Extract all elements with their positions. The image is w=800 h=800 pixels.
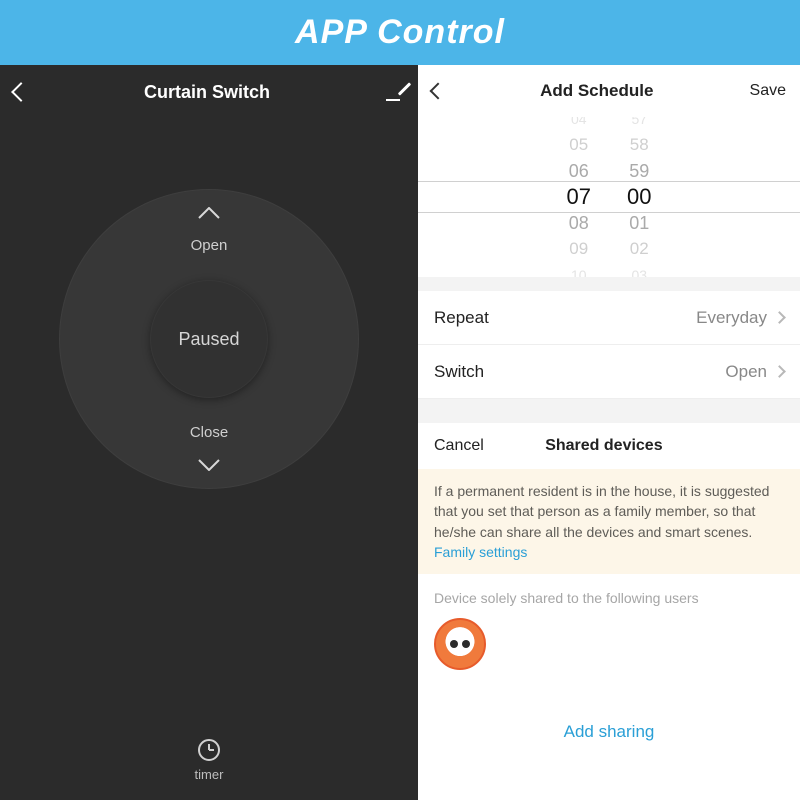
shared-users xyxy=(418,614,800,710)
chevron-left-icon xyxy=(11,82,31,102)
timer-button[interactable]: timer xyxy=(0,739,418,782)
hour-wheel[interactable]: 04 05 06 07 08 09 10 xyxy=(567,117,591,277)
curtain-panel: Curtain Switch Open Paused Close xyxy=(0,65,418,800)
switch-label: Switch xyxy=(434,362,484,382)
chevron-down-icon xyxy=(198,459,220,471)
open-button[interactable] xyxy=(198,207,220,219)
control-dial: Open Paused Close xyxy=(59,189,359,489)
repeat-label: Repeat xyxy=(434,308,489,328)
shared-header: Cancel Shared devices xyxy=(418,423,800,469)
switch-value: Open xyxy=(725,362,767,382)
clock-icon xyxy=(198,739,220,761)
open-label: Open xyxy=(59,237,359,254)
time-picker[interactable]: 04 05 06 07 08 09 10 57 58 59 00 01 02 0… xyxy=(418,117,800,277)
notice-text: If a permanent resident is in the house,… xyxy=(434,483,769,540)
banner-title: APP Control xyxy=(295,13,505,52)
cancel-button[interactable]: Cancel xyxy=(434,437,484,455)
family-settings-link[interactable]: Family settings xyxy=(434,544,527,560)
curtain-header: Curtain Switch xyxy=(0,65,418,119)
schedule-panel: Add Schedule Save 04 05 06 07 08 09 10 5… xyxy=(418,65,800,800)
family-notice: If a permanent resident is in the house,… xyxy=(418,469,800,574)
add-sharing-button[interactable]: Add sharing xyxy=(418,710,800,760)
chevron-up-icon xyxy=(198,207,220,219)
schedule-header: Add Schedule Save xyxy=(418,65,800,117)
user-avatar[interactable] xyxy=(434,618,486,670)
pencil-icon xyxy=(386,83,404,101)
repeat-row[interactable]: Repeat Everyday xyxy=(418,291,800,345)
switch-row[interactable]: Switch Open xyxy=(418,345,800,399)
schedule-title: Add Schedule xyxy=(444,81,750,101)
save-button[interactable]: Save xyxy=(750,82,786,100)
timer-label: timer xyxy=(195,767,224,782)
sole-shared-text: Device solely shared to the following us… xyxy=(418,574,800,614)
back-button[interactable] xyxy=(432,85,444,97)
close-label: Close xyxy=(59,424,359,441)
curtain-title: Curtain Switch xyxy=(144,82,270,103)
banner: APP Control xyxy=(0,0,800,65)
repeat-value: Everyday xyxy=(696,308,767,328)
close-button[interactable] xyxy=(198,459,220,471)
chevron-right-icon xyxy=(773,365,786,378)
shared-title: Shared devices xyxy=(492,437,716,455)
edit-button[interactable] xyxy=(386,83,404,101)
minute-wheel[interactable]: 57 58 59 00 01 02 03 xyxy=(627,117,651,277)
chevron-right-icon xyxy=(773,311,786,324)
back-button[interactable] xyxy=(14,85,28,99)
